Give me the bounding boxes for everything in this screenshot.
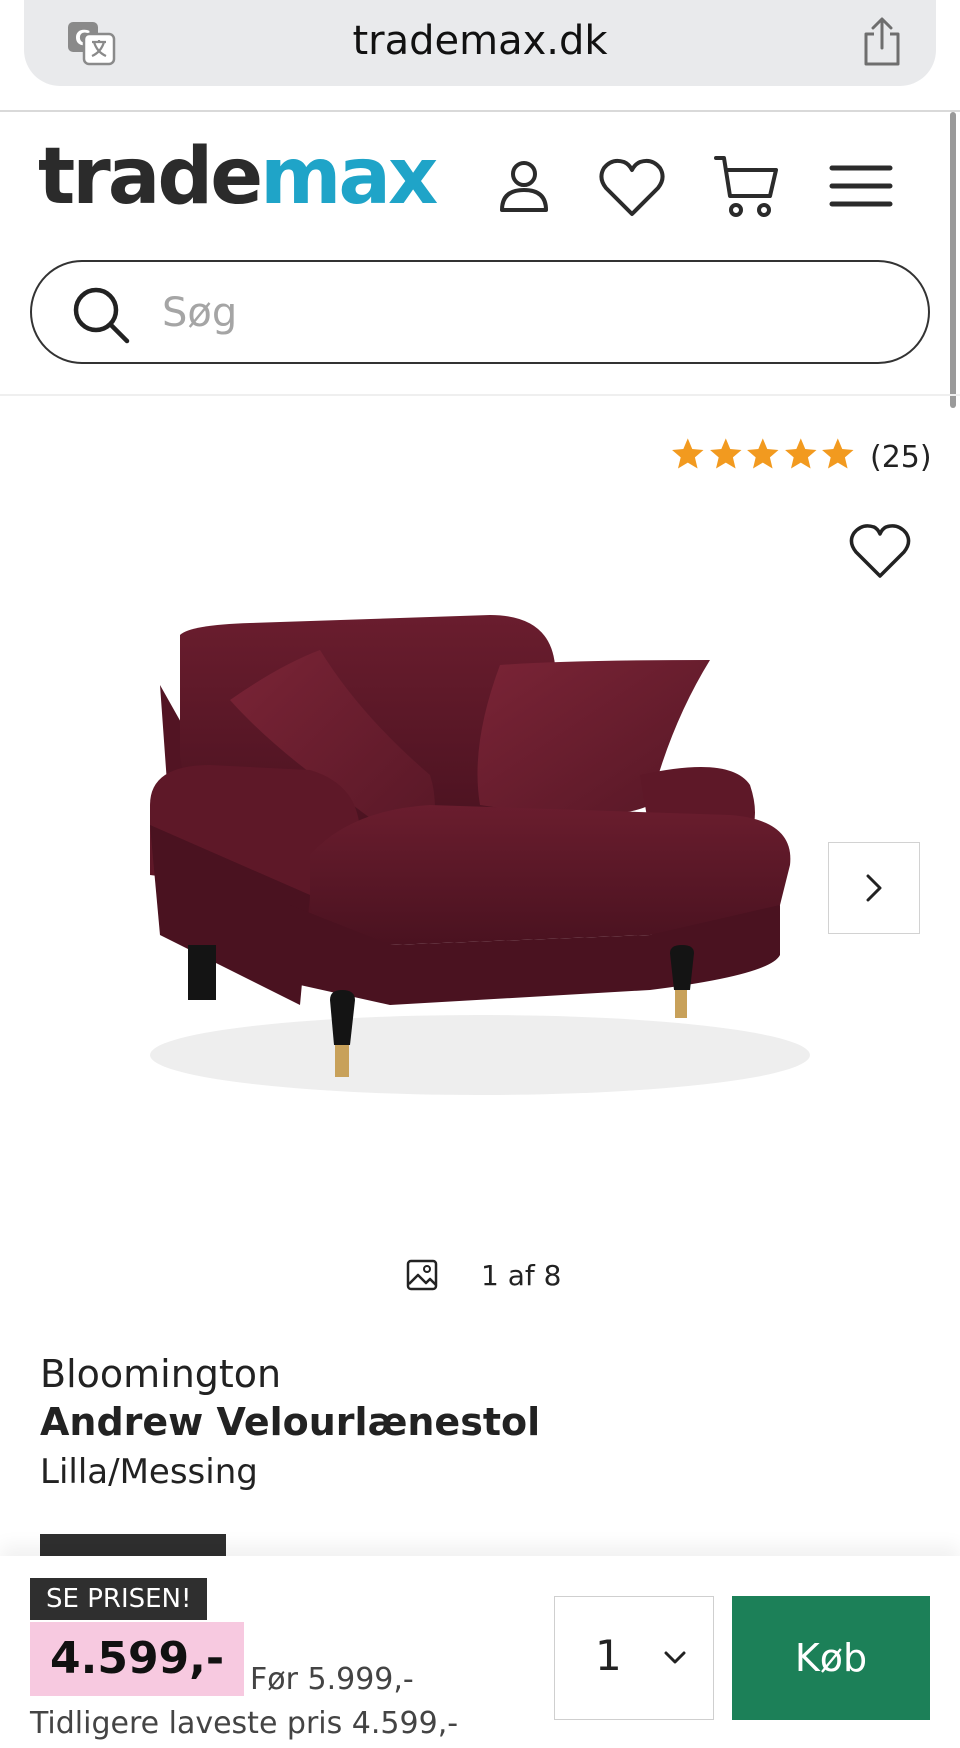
search-icon[interactable]	[70, 284, 132, 346]
wishlist-heart-icon[interactable]	[848, 522, 912, 580]
star-icon	[747, 438, 779, 469]
logo-text-trade: trade	[38, 132, 263, 222]
buy-button[interactable]: Køb	[732, 1596, 930, 1720]
purchase-bar: SE PRISEN! 4.599,- Før 5.999,- Tidligere…	[0, 1556, 960, 1748]
search-bar[interactable]	[30, 260, 930, 364]
url-domain[interactable]: trademax.dk	[24, 18, 936, 64]
star-icon	[672, 438, 704, 469]
before-price: Før 5.999,-	[250, 1662, 414, 1697]
price-badge: SE PRISEN!	[30, 1578, 208, 1620]
header-divider	[0, 394, 960, 396]
gallery-counter[interactable]: 1 af 8	[405, 1255, 561, 1295]
gallery-count-text: 1 af 8	[481, 1258, 562, 1292]
chevron-down-icon	[664, 1651, 686, 1664]
scrollbar-thumb[interactable]	[950, 112, 956, 408]
logo-text-max: max	[260, 132, 438, 222]
review-count[interactable]: (25)	[870, 440, 932, 475]
cart-icon[interactable]	[710, 152, 782, 224]
product-variant: Lilla/Messing	[40, 1452, 258, 1492]
heart-icon[interactable]	[596, 152, 668, 224]
image-gallery-icon	[406, 1259, 438, 1291]
star-icon	[784, 438, 817, 469]
gallery-next-button[interactable]	[828, 842, 920, 934]
current-price: 4.599,-	[30, 1622, 245, 1696]
star-icon	[822, 438, 854, 469]
lowest-price-note: Tidligere laveste pris 4.599,-	[30, 1706, 459, 1741]
rating-stars[interactable]	[670, 436, 856, 476]
menu-icon[interactable]	[826, 152, 898, 224]
product-name: Andrew Velourlænestol	[40, 1400, 541, 1444]
star-icon	[709, 438, 742, 469]
search-input[interactable]	[162, 286, 882, 340]
trademax-logo[interactable]: trademax	[38, 138, 438, 216]
chevron-right-icon	[866, 874, 882, 902]
quantity-value: 1	[595, 1631, 622, 1680]
price-badge-peek	[40, 1534, 226, 1558]
share-icon[interactable]	[860, 16, 904, 68]
browser-url-bar[interactable]: G trademax.dk	[24, 0, 936, 86]
product-image[interactable]	[50, 605, 910, 1165]
browser-divider	[0, 110, 960, 112]
product-brand[interactable]: Bloomington	[40, 1352, 281, 1396]
account-icon[interactable]	[488, 152, 560, 224]
quantity-select[interactable]: 1	[554, 1596, 714, 1720]
